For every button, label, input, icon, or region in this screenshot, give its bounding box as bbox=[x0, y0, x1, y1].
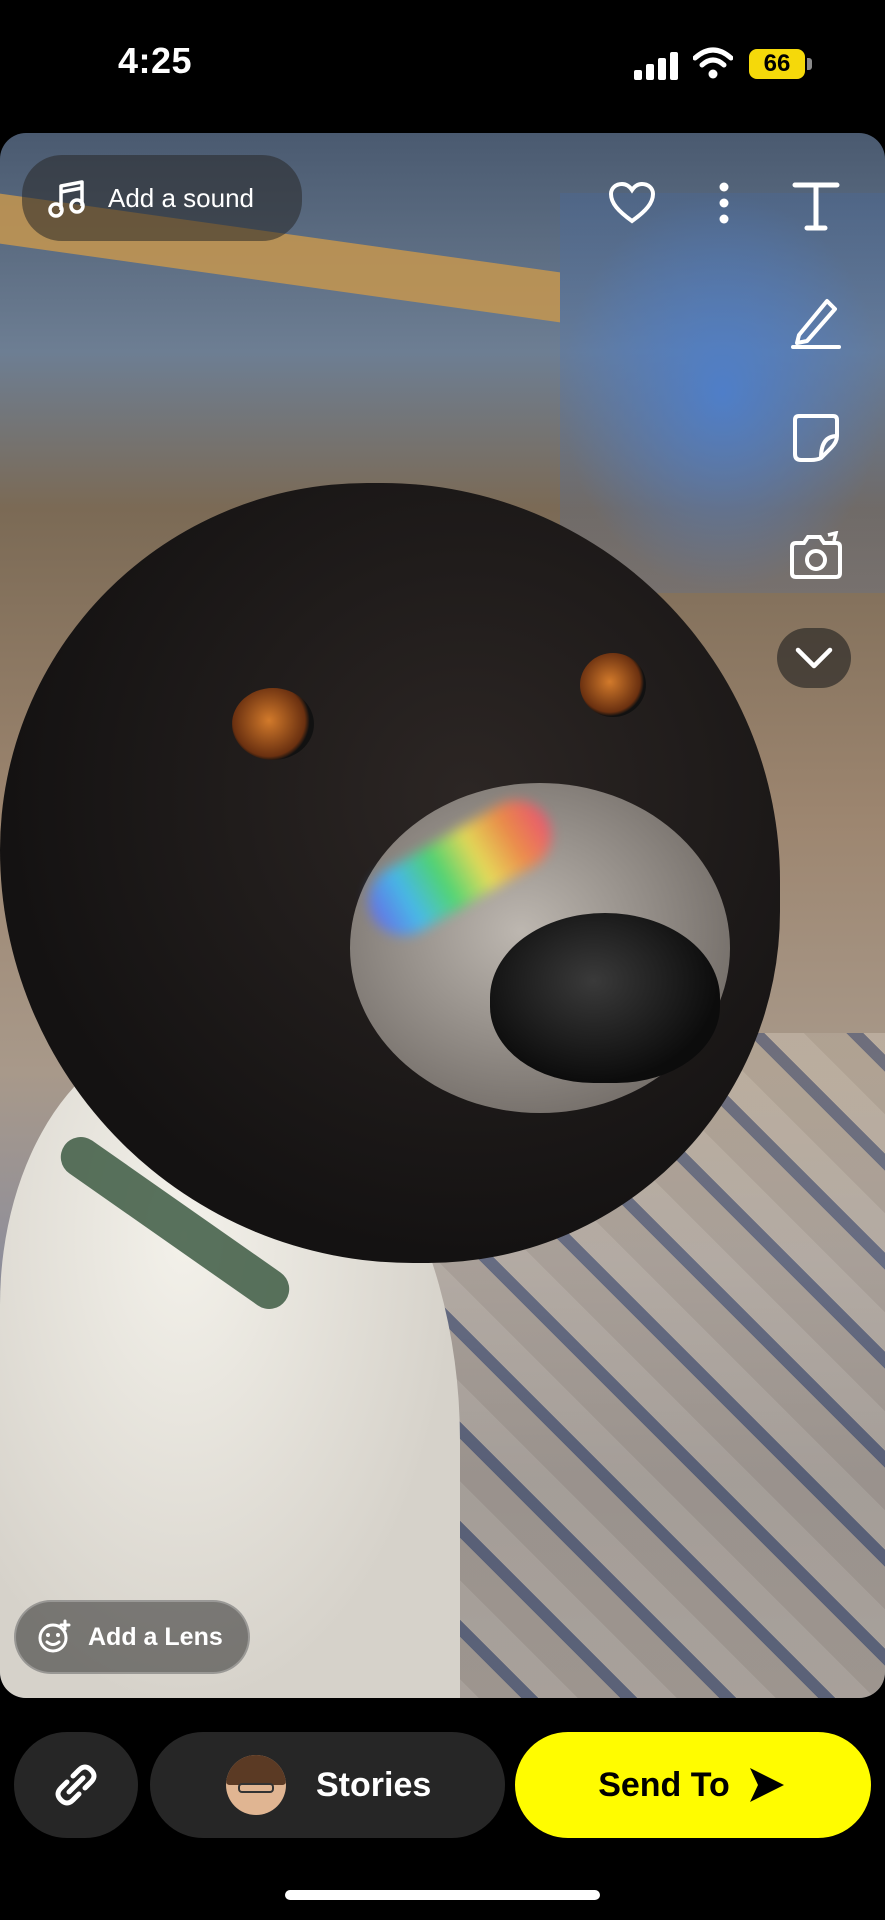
status-time: 4:25 bbox=[118, 40, 193, 81]
bitmoji-avatar bbox=[226, 1755, 286, 1815]
add-sound-label: Add a sound bbox=[108, 182, 255, 213]
camera-overlay-button[interactable] bbox=[785, 525, 847, 587]
cellular-signal-icon bbox=[634, 50, 678, 80]
dog-left-eye bbox=[232, 688, 314, 760]
stories-label: Stories bbox=[316, 1765, 432, 1804]
add-lens-label: Add a Lens bbox=[88, 1622, 223, 1651]
text-tool-button[interactable] bbox=[785, 176, 847, 236]
more-options-button[interactable] bbox=[706, 178, 742, 228]
attach-link-button[interactable] bbox=[14, 1732, 138, 1838]
sticker-icon bbox=[793, 414, 839, 462]
pencil-icon bbox=[791, 299, 841, 349]
chevron-down-icon bbox=[795, 647, 833, 669]
dog-right-eye bbox=[580, 653, 646, 717]
status-bar: 4:25 66 bbox=[0, 0, 885, 130]
add-sound-button[interactable]: Add a sound bbox=[22, 155, 302, 241]
send-to-button[interactable]: Send To bbox=[515, 1732, 871, 1838]
draw-tool-button[interactable] bbox=[785, 290, 847, 352]
avatar-glasses bbox=[238, 1783, 274, 1793]
battery-nub bbox=[807, 58, 812, 70]
sticker-tool-button[interactable] bbox=[785, 405, 847, 467]
camera-icon bbox=[790, 531, 842, 579]
music-note-icon bbox=[48, 180, 85, 218]
favorite-button[interactable] bbox=[605, 176, 659, 230]
home-indicator bbox=[285, 1890, 600, 1900]
send-to-label: Send To bbox=[598, 1765, 730, 1804]
expand-tools-button[interactable] bbox=[777, 628, 851, 688]
stories-button[interactable]: Stories bbox=[150, 1732, 505, 1838]
lens-smiley-icon bbox=[38, 1619, 71, 1653]
more-vertical-icon bbox=[719, 182, 729, 224]
link-icon bbox=[55, 1764, 97, 1806]
send-arrow-icon bbox=[749, 1768, 784, 1802]
text-icon bbox=[792, 182, 840, 231]
dog-nose bbox=[490, 913, 720, 1083]
snap-photo[interactable] bbox=[0, 133, 885, 1698]
heart-icon bbox=[608, 181, 656, 224]
avatar-hair bbox=[226, 1755, 286, 1785]
battery-indicator: 66 bbox=[749, 49, 805, 79]
add-lens-button[interactable]: Add a Lens bbox=[14, 1600, 250, 1674]
wifi-icon bbox=[693, 47, 733, 79]
